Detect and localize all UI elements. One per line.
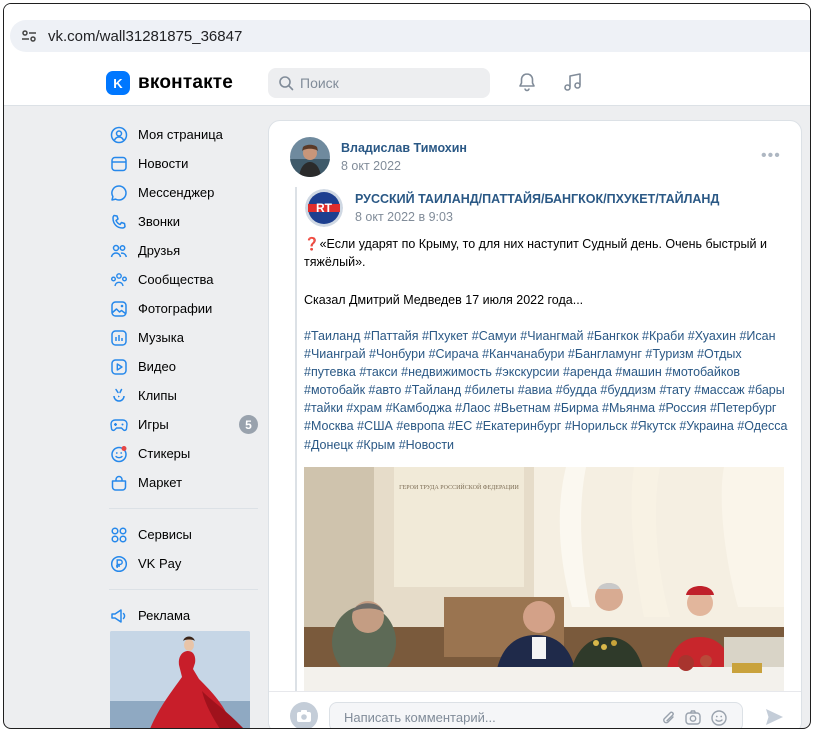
nav-calls[interactable]: Звонки <box>104 207 264 236</box>
comment-input[interactable]: Написать комментарий... <box>329 702 743 728</box>
services-icon <box>111 526 127 543</box>
camera-icon[interactable] <box>290 702 318 728</box>
emoji-icon[interactable] <box>710 709 728 727</box>
post-text-attribution: Сказал Дмитрий Медведев 17 июля 2022 год… <box>304 293 584 307</box>
nav-label: VK Pay <box>138 556 182 571</box>
site-settings-icon[interactable] <box>18 25 40 47</box>
comment-bar: Написать комментарий... <box>269 691 801 728</box>
photo-plaque-text: ГЕРОИ ТРУДА РОССИЙСКОЙ ФЕДЕРАЦИИ <box>399 483 519 491</box>
more-options-icon[interactable]: ••• <box>761 147 781 165</box>
music-note-icon[interactable] <box>562 71 584 93</box>
nav-vkpay[interactable]: VK Pay <box>104 549 264 578</box>
messenger-icon <box>111 184 127 201</box>
quote-text: «Если ударят по Крыму, то для них наступ… <box>304 237 767 269</box>
video-icon <box>111 358 127 375</box>
photo-attach-icon[interactable] <box>684 709 702 727</box>
music-icon <box>111 329 127 346</box>
communities-icon <box>111 272 127 286</box>
browser-window: vk.com/wall31281875_36847 K вконтакте По… <box>3 3 811 729</box>
friends-icon <box>110 244 128 257</box>
nav-communities[interactable]: Сообщества <box>104 265 264 294</box>
games-count-badge: 5 <box>239 415 258 434</box>
ad-banner-image[interactable] <box>110 631 250 728</box>
group-avatar-label: RT <box>316 201 333 215</box>
nav-label: Маркет <box>138 475 183 490</box>
search-icon <box>279 76 294 91</box>
nav-photos[interactable]: Фотографии <box>104 294 264 323</box>
post-text-quote: ❓«Если ударят по Крыму, то для них насту… <box>304 235 789 271</box>
nav-divider <box>109 508 258 509</box>
clips-icon <box>113 388 125 402</box>
profile-icon <box>110 126 128 143</box>
post-photo[interactable]: ГЕРОИ ТРУДА РОССИЙСКОЙ ФЕДЕРАЦИИ <box>304 467 784 697</box>
nav-divider <box>109 589 258 590</box>
question-mark-icon: ❓ <box>304 237 320 251</box>
vk-logo[interactable]: K вконтакте <box>106 71 233 95</box>
nav-label: Музыка <box>138 330 184 345</box>
phone-icon <box>112 214 126 229</box>
nav-video[interactable]: Видео <box>104 352 264 381</box>
search-placeholder: Поиск <box>300 75 339 91</box>
nav-label: Клипы <box>138 388 177 403</box>
games-icon <box>110 418 128 431</box>
url-text[interactable]: vk.com/wall31281875_36847 <box>48 28 242 45</box>
search-input[interactable]: Поиск <box>268 68 490 98</box>
nav-label: Мессенджер <box>138 185 215 200</box>
vk-logo-icon: K <box>106 71 130 95</box>
nav-ads[interactable]: Реклама <box>104 601 264 630</box>
nav-games[interactable]: Игры 5 <box>104 410 264 439</box>
nav-label: Реклама <box>138 608 191 623</box>
nav-music[interactable]: Музыка <box>104 323 264 352</box>
comment-placeholder: Написать комментарий... <box>344 709 496 725</box>
nav-label: Звонки <box>138 214 180 229</box>
browser-url-bar: vk.com/wall31281875_36847 <box>4 4 810 56</box>
post-author-name[interactable]: Владислав Тимохин <box>341 141 467 155</box>
nav-friends[interactable]: Друзья <box>104 236 264 265</box>
nav-services[interactable]: Сервисы <box>104 520 264 549</box>
left-nav: Моя страница Новости Мессенджер Звонки Д… <box>104 120 264 630</box>
nav-clips[interactable]: Клипы <box>104 381 264 410</box>
nav-my-page[interactable]: Моя страница <box>104 120 264 149</box>
post-hashtags[interactable]: #Таиланд #Паттайя #Пхукет #Самуи #Чиангм… <box>304 327 789 454</box>
vkpay-icon <box>110 555 128 572</box>
market-icon <box>111 475 127 491</box>
attach-icon[interactable] <box>660 709 678 727</box>
nav-label: Стикеры <box>138 446 191 461</box>
bell-icon[interactable] <box>516 71 538 93</box>
vk-logo-text: вконтакте <box>138 72 234 93</box>
repost-date[interactable]: 8 окт 2022 в 9:03 <box>355 210 453 224</box>
stickers-icon <box>111 445 127 462</box>
nav-label: Видео <box>138 359 176 374</box>
wall-post-card: Владислав Тимохин 8 окт 2022 ••• RT РУСС… <box>268 120 802 728</box>
group-avatar[interactable]: RT <box>305 189 343 227</box>
nav-market[interactable]: Маркет <box>104 468 264 497</box>
nav-label: Сообщества <box>138 272 214 287</box>
post-date[interactable]: 8 окт 2022 <box>341 159 401 173</box>
photos-icon <box>111 300 127 317</box>
ads-icon <box>111 608 126 623</box>
repost-group-name[interactable]: РУССКИЙ ТАИЛАНД/ПАТТАЙЯ/БАНГКОК/ПХУКЕТ/Т… <box>355 192 719 206</box>
repost-indent-bar <box>295 187 297 728</box>
nav-stickers[interactable]: Стикеры <box>104 439 264 468</box>
address-field[interactable]: vk.com/wall31281875_36847 <box>10 20 810 52</box>
nav-label: Игры <box>138 417 169 432</box>
nav-messenger[interactable]: Мессенджер <box>104 178 264 207</box>
nav-label: Друзья <box>138 243 181 258</box>
nav-news[interactable]: Новости <box>104 149 264 178</box>
nav-label: Сервисы <box>138 527 192 542</box>
nav-label: Новости <box>138 156 189 171</box>
vk-header: K вконтакте Поиск <box>4 56 810 106</box>
news-icon <box>111 156 127 171</box>
author-avatar[interactable] <box>290 137 330 177</box>
send-icon[interactable] <box>763 706 785 728</box>
nav-label: Моя страница <box>138 127 223 142</box>
nav-label: Фотографии <box>138 301 213 316</box>
